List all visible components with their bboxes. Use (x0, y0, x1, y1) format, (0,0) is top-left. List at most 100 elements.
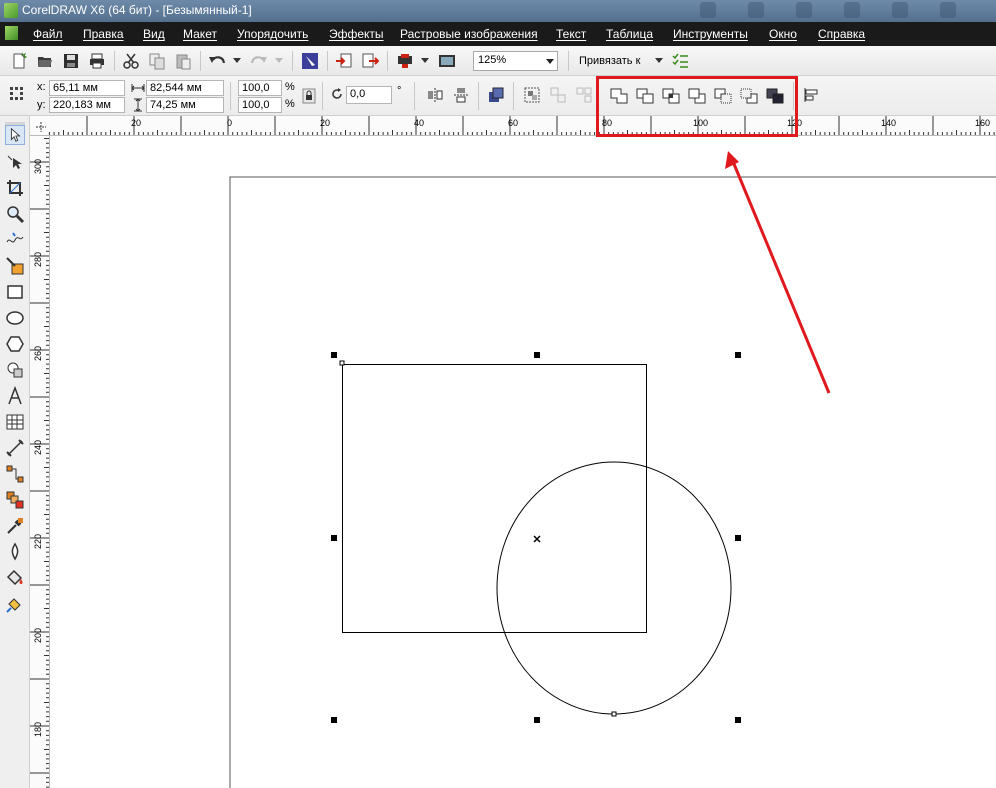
hruler-label: 20 (131, 118, 142, 128)
scale-x-percent: % (285, 81, 295, 93)
import-icon[interactable] (335, 52, 353, 70)
fill-tool-icon[interactable] (5, 568, 25, 588)
width-field[interactable]: 82,544 мм (146, 80, 224, 96)
menu-arrange[interactable]: Упорядочить (237, 27, 308, 41)
combine-icon[interactable] (487, 86, 505, 104)
menu-effects[interactable]: Эффекты (329, 27, 384, 41)
horizontal-ruler[interactable]: 20 0 20 40 60 80 100 120 140 160 (30, 116, 996, 136)
selection-handle (735, 535, 741, 541)
object-origin-icon[interactable] (9, 86, 25, 102)
export-icon[interactable] (361, 52, 379, 70)
ungroup-icon[interactable] (549, 86, 567, 104)
outline-tool-icon[interactable] (5, 542, 25, 562)
hruler-label: 40 (414, 118, 425, 128)
group-icon[interactable] (523, 86, 541, 104)
toolbox (0, 116, 30, 788)
annotation-arrowhead (725, 151, 739, 169)
menu-bitmaps[interactable]: Растровые изображения (400, 27, 538, 41)
scale-y-field[interactable]: 100,0 (238, 97, 282, 113)
ruler-origin-icon[interactable] (35, 121, 47, 133)
paste-icon[interactable] (174, 52, 192, 70)
snap-options-icon[interactable] (671, 52, 689, 70)
undo-icon[interactable] (208, 52, 226, 70)
menu-text[interactable]: Текст (556, 27, 586, 41)
redo-icon[interactable] (250, 52, 268, 70)
smart-fill-icon[interactable] (5, 256, 25, 276)
mirror-vertical-icon[interactable] (453, 87, 469, 103)
menu-tools[interactable]: Инструменты (673, 27, 748, 41)
polygon-tool-icon[interactable] (5, 334, 25, 354)
zoom-level-combo[interactable]: 125% (473, 51, 558, 71)
mirror-horizontal-icon[interactable] (427, 87, 443, 103)
save-icon[interactable] (62, 52, 80, 70)
rectangle-node (339, 360, 345, 366)
ellipse-tool-icon[interactable] (5, 308, 25, 328)
annotation-arrow (732, 163, 831, 394)
vruler-label: 280 (33, 251, 43, 267)
background-window-icons (700, 2, 988, 21)
rotate-icon (332, 88, 342, 99)
vruler-label: 220 (33, 533, 43, 549)
publish-dropdown-icon[interactable] (421, 58, 429, 64)
rotation-angle-field[interactable]: 0,0 (346, 86, 392, 104)
coreldraw-app-icon (4, 3, 18, 18)
vruler-label: 240 (33, 439, 43, 455)
search-content-icon[interactable] (301, 52, 319, 70)
drawing-surface (229, 151, 996, 788)
selection-handle (331, 535, 337, 541)
x-position-field[interactable]: 65,11 мм (49, 80, 125, 96)
zoom-tool-icon[interactable] (5, 204, 25, 224)
menu-table[interactable]: Таблица (606, 27, 653, 41)
menu-edit[interactable]: Правка (83, 27, 124, 41)
pick-tool-icon[interactable] (5, 125, 25, 145)
crop-tool-icon[interactable] (5, 178, 25, 198)
dimension-tool-icon[interactable] (5, 438, 25, 458)
text-tool-icon[interactable] (5, 385, 25, 406)
y-label: y: (37, 99, 46, 111)
lock-ratio-icon[interactable] (302, 88, 316, 104)
freehand-tool-icon[interactable] (5, 230, 25, 250)
vertical-ruler[interactable]: 300 280 260 240 220 200 180 (30, 136, 50, 788)
rectangle-tool-icon[interactable] (5, 282, 25, 302)
publish-pdf-icon[interactable] (396, 52, 414, 70)
shaping-buttons-highlight (596, 76, 798, 137)
basic-shapes-icon[interactable] (5, 360, 25, 380)
x-label: x: (37, 81, 46, 93)
vruler-label: 200 (33, 627, 43, 643)
menu-window[interactable]: Окно (769, 27, 797, 41)
document-menu-icon[interactable] (5, 26, 18, 40)
snap-dropdown-icon[interactable] (655, 58, 663, 64)
open-folder-icon[interactable] (36, 52, 54, 70)
full-screen-preview-icon[interactable] (438, 52, 456, 70)
title-bar: CorelDRAW X6 (64 бит) - [Безымянный-1] (0, 0, 996, 22)
menu-view[interactable]: Вид (143, 27, 165, 41)
menu-file[interactable]: Файл (33, 27, 63, 41)
hruler-label: 160 (975, 118, 991, 128)
undo-dropdown-icon[interactable] (233, 58, 241, 64)
cut-icon[interactable] (122, 52, 140, 70)
y-position-field[interactable]: 220,183 мм (49, 97, 125, 113)
vruler-label: 300 (33, 158, 43, 174)
snap-to-label[interactable]: Привязать к (579, 55, 640, 67)
window-title: CorelDRAW X6 (64 бит) - [Безымянный-1] (22, 3, 252, 17)
shape-tool-icon[interactable] (5, 152, 25, 172)
menu-layout[interactable]: Макет (183, 27, 217, 41)
menu-help[interactable]: Справка (818, 27, 865, 41)
selection-handle (331, 717, 337, 723)
redo-dropdown-icon[interactable] (275, 58, 283, 64)
align-distribute-icon[interactable] (803, 87, 819, 103)
scale-x-field[interactable]: 100,0 (238, 80, 282, 96)
interactive-fill-icon[interactable] (5, 594, 25, 614)
height-field[interactable]: 74,25 мм (146, 97, 224, 113)
table-tool-icon[interactable] (5, 412, 25, 432)
print-icon[interactable] (88, 52, 106, 70)
blend-tool-icon[interactable] (5, 490, 25, 510)
new-document-icon[interactable] (10, 52, 28, 70)
drawing-canvas[interactable] (51, 137, 996, 788)
copy-icon[interactable] (148, 52, 166, 70)
connector-tool-icon[interactable] (5, 464, 25, 484)
ellipse-node (611, 711, 617, 717)
selection-handle (534, 352, 540, 358)
eyedropper-tool-icon[interactable] (5, 516, 25, 536)
ungroup-all-icon[interactable] (575, 86, 593, 104)
